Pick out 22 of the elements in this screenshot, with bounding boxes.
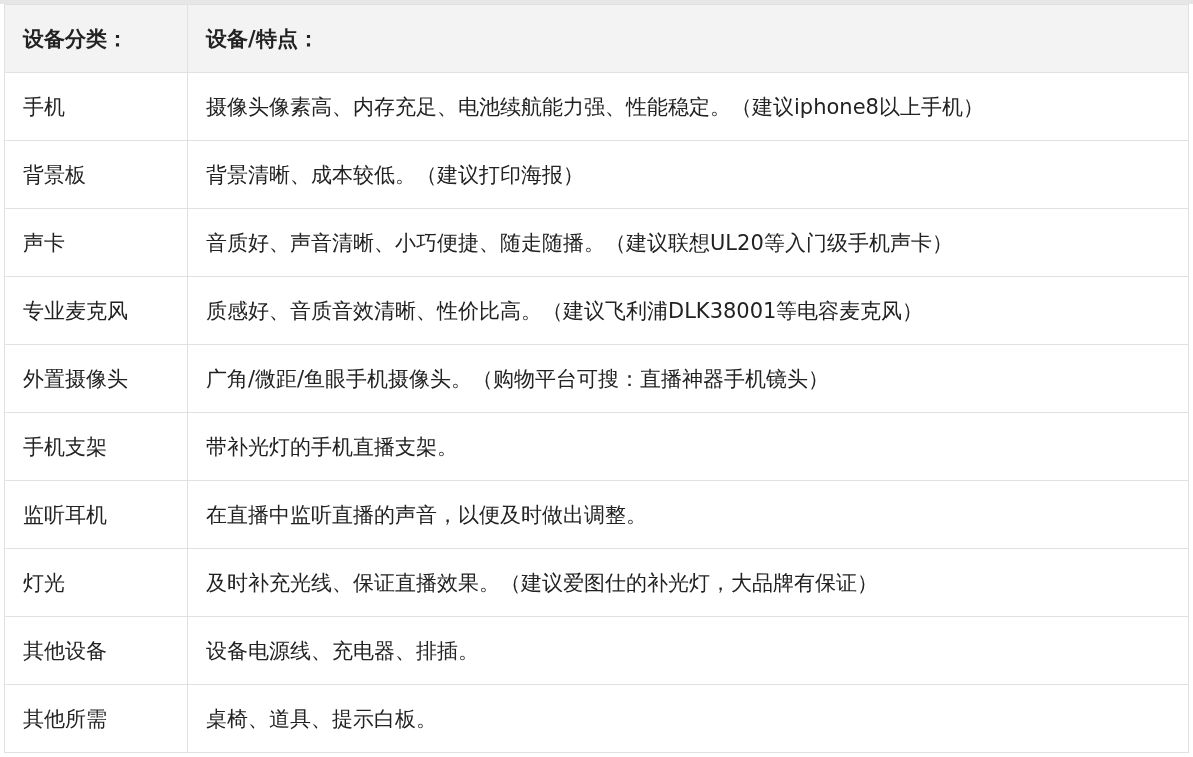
table-cell: 手机	[4, 72, 188, 141]
table-cell: 设备电源线、充电器、排插。	[187, 616, 1189, 685]
table-cell: 手机支架	[4, 412, 188, 481]
table-cell: 监听耳机	[4, 480, 188, 549]
column-header: 设备分类：	[4, 4, 188, 73]
table-cell: 音质好、声音清晰、小巧便捷、随走随播。（建议联想UL20等入门级手机声卡）	[187, 208, 1189, 277]
table-cell: 质感好、音质音效清晰、性价比高。（建议飞利浦DLK38001等电容麦克风）	[187, 276, 1189, 345]
table-cell: 声卡	[4, 208, 188, 277]
table-cell: 其他设备	[4, 616, 188, 685]
table-cell: 带补光灯的手机直播支架。	[187, 412, 1189, 481]
table-cell: 桌椅、道具、提示白板。	[187, 684, 1189, 753]
table-cell: 背景清晰、成本较低。（建议打印海报）	[187, 140, 1189, 209]
table-cell: 摄像头像素高、内存充足、电池续航能力强、性能稳定。（建议iphone8以上手机）	[187, 72, 1189, 141]
table-cell: 在直播中监听直播的声音，以便及时做出调整。	[187, 480, 1189, 549]
table-cell: 专业麦克风	[4, 276, 188, 345]
table-cell: 其他所需	[4, 684, 188, 753]
table-cell: 背景板	[4, 140, 188, 209]
table-cell: 灯光	[4, 548, 188, 617]
column-header: 设备/特点：	[187, 4, 1189, 73]
table-cell: 及时补充光线、保证直播效果。（建议爱图仕的补光灯，大品牌有保证）	[187, 548, 1189, 617]
table-cell: 外置摄像头	[4, 344, 188, 413]
table-cell: 广角/微距/鱼眼手机摄像头。（购物平台可搜：直播神器手机镜头）	[187, 344, 1189, 413]
